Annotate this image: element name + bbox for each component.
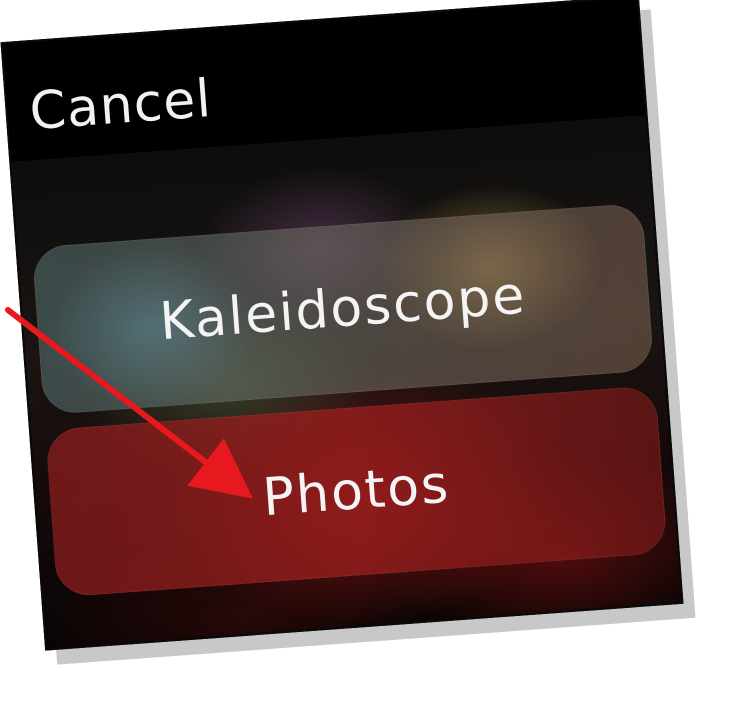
watch-screen: Cancel Kaleidoscope Photos bbox=[0, 0, 684, 651]
cancel-button[interactable]: Cancel bbox=[28, 69, 214, 142]
kaleidoscope-option-label: Kaleidoscope bbox=[157, 265, 529, 353]
photos-option-label: Photos bbox=[260, 454, 453, 529]
